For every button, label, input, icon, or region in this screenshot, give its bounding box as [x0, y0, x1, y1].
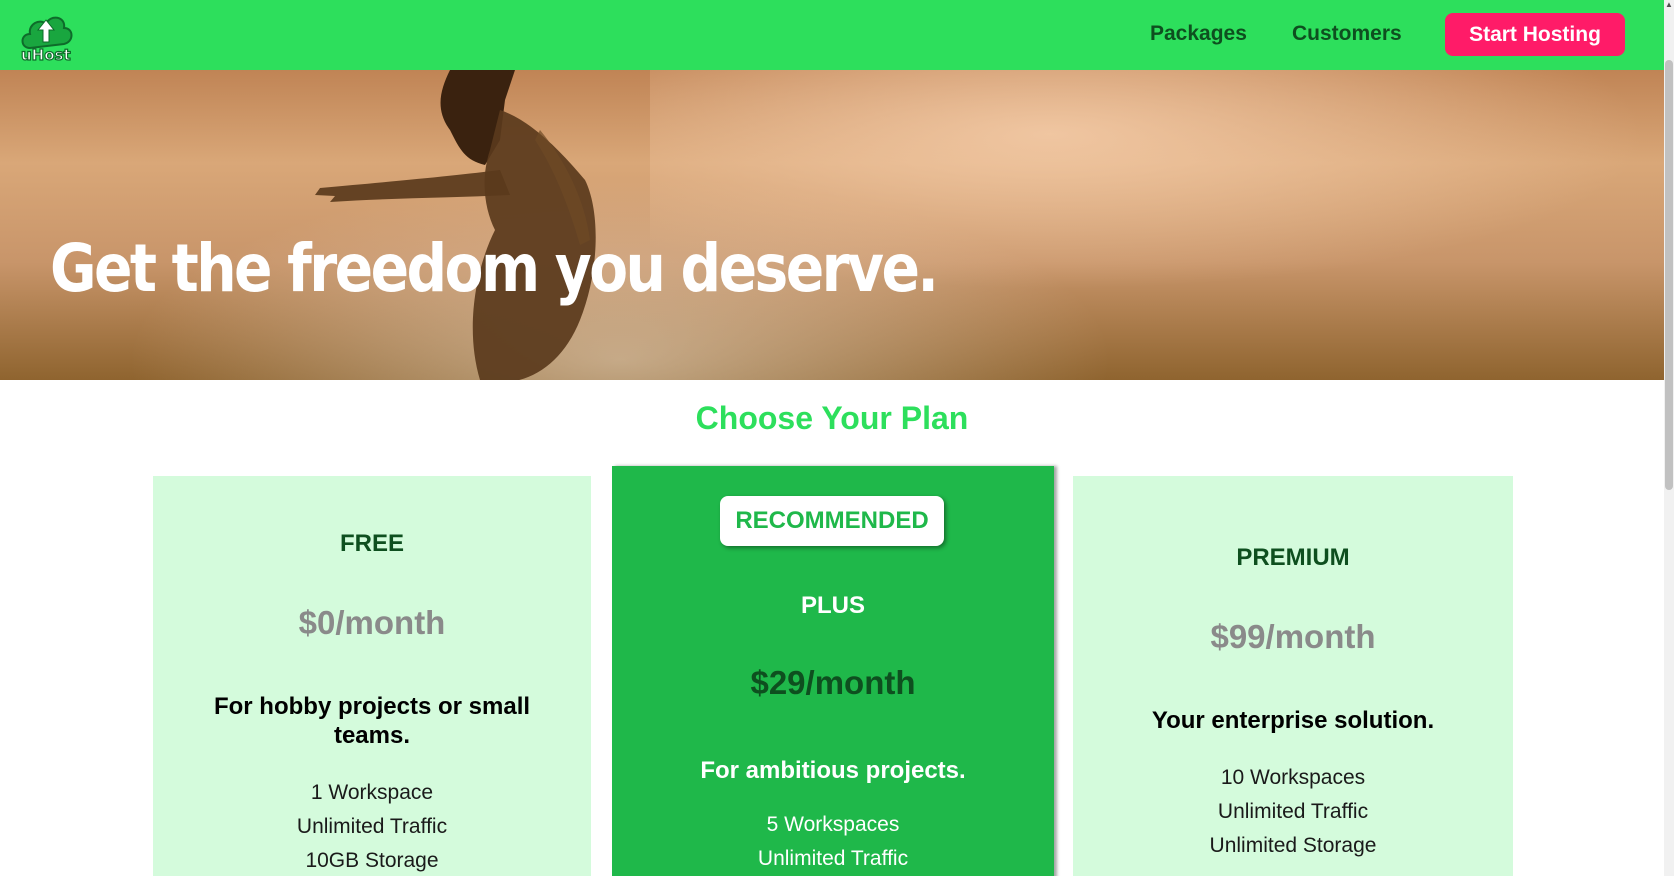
feature-item: 1 Workspace [310, 781, 434, 804]
cloud-upload-icon: uHost [20, 16, 73, 65]
feature-item: 10 Workspaces [1220, 766, 1366, 789]
plan-name: PLUS [800, 592, 865, 619]
feature-item: Unlimited Storage [1209, 834, 1377, 857]
recommended-badge: RECOMMENDED [720, 496, 944, 546]
plan-name: PREMIUM [1236, 544, 1350, 571]
feature-item: 10GB Storage [305, 849, 439, 872]
plan-price: $29/month [750, 664, 916, 701]
start-hosting-button[interactable]: Start Hosting [1445, 13, 1625, 56]
feature-item: Unlimited Traffic [1217, 800, 1369, 823]
hero-title: Get the freedom you deserve. [50, 230, 939, 307]
scroll-up-icon[interactable]: ▲ [1664, 0, 1674, 12]
section-title: Choose Your Plan [695, 400, 969, 436]
plan-card-free: FREE $0/month For hobby projects or smal… [153, 476, 591, 876]
nav-customers[interactable]: Customers [1292, 22, 1402, 46]
hero-person-silhouette [315, 70, 596, 380]
svg-text:uHost: uHost [21, 46, 71, 62]
uhost-logo[interactable]: uHost [18, 8, 74, 65]
plan-description: For ambitious projects. [700, 757, 966, 784]
feature-item: Unlimited Traffic [757, 847, 909, 870]
plan-description: For hobby projects or small teams. [213, 693, 531, 749]
main-header: uHost Packages Customers Start Hosting [0, 0, 1664, 70]
feature-list: 5 Workspaces Unlimited Traffic [612, 808, 1054, 876]
nav-packages[interactable]: Packages [1150, 22, 1247, 46]
plan-description: Your enterprise solution. [1151, 707, 1435, 734]
scrollbar-thumb[interactable] [1665, 60, 1673, 490]
plan-price: $0/month [298, 604, 446, 641]
feature-item: 5 Workspaces [766, 813, 900, 836]
plan-name: FREE [339, 530, 404, 557]
feature-list: 10 Workspaces Unlimited Traffic Unlimite… [1073, 761, 1513, 863]
vertical-scrollbar[interactable]: ▲ [1664, 0, 1674, 876]
hero-banner: Get the freedom you deserve. [0, 70, 1664, 380]
plan-card-premium: PREMIUM $99/month Your enterprise soluti… [1073, 476, 1513, 876]
page: uHost Packages Customers Start Hosting G… [0, 0, 1674, 876]
feature-item: Unlimited Traffic [296, 815, 448, 838]
plan-price: $99/month [1210, 618, 1376, 655]
plan-card-plus: RECOMMENDED PLUS $29/month For ambitious… [612, 466, 1054, 876]
feature-list: 1 Workspace Unlimited Traffic 10GB Stora… [153, 776, 591, 876]
